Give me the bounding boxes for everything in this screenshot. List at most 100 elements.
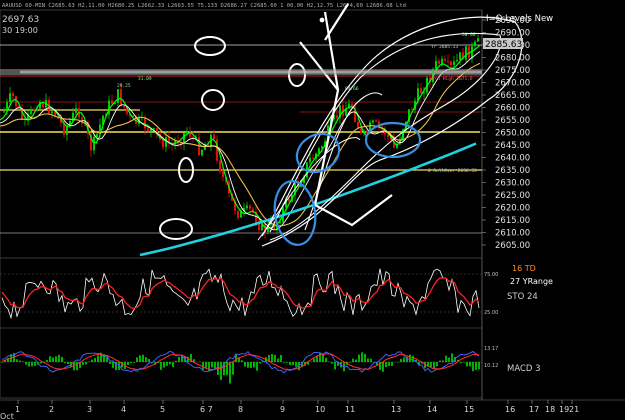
time-tick-label: 17 (529, 405, 539, 414)
candle-body (12, 93, 14, 97)
annotation-text-3: 29.25 (117, 83, 131, 89)
macd-tick-high: 13.17 (484, 346, 498, 352)
annotation-ellipse-1 (194, 36, 226, 56)
time-tick-label: 10 (315, 405, 325, 414)
price-highlight-band (0, 69, 482, 75)
time-tick-label: 9 (280, 405, 285, 414)
price-tick-label: 2680.00 (495, 54, 530, 64)
candle-body (447, 60, 449, 62)
candle-body (51, 111, 53, 114)
candle-body (123, 105, 125, 108)
price-tick-label: 2675.00 (495, 66, 530, 76)
chart-window: AAUUSD 60-MIN C2685.63 H2,11.00 H2680.25… (0, 0, 625, 420)
candle-body (120, 89, 122, 106)
stochastic-k-line (1, 268, 480, 320)
time-tick-label: 21 (569, 405, 579, 414)
range-label: 27 YRange (510, 277, 553, 286)
candle-body (309, 157, 311, 163)
last-price-readout: 2697.63 (2, 15, 39, 25)
annotation-stroke-top-2 (324, 3, 349, 41)
price-tick-label: 2695.00 (495, 16, 530, 26)
price-tick-label: 2665.00 (495, 91, 530, 101)
price-tick-label: 2640.00 (495, 154, 530, 164)
stochastic-panel-frame (0, 257, 483, 329)
price-tick-label: 2645.00 (495, 141, 530, 151)
level-label-rollover: 0 RollOver 2636.33 (428, 168, 477, 174)
price-tick-label: 2620.00 (495, 204, 530, 214)
price-panel-frame (0, 9, 483, 259)
candle-body (93, 136, 95, 151)
candle-body (213, 134, 215, 140)
price-axis: 2695.002690.002685.002680.002675.002670.… (482, 16, 530, 251)
candle-body (186, 131, 188, 133)
current-price-label: 2885.63 (485, 40, 522, 50)
time-tick-label: 5 (160, 405, 165, 414)
level-label-period-high: Prd High 2671.8 (432, 76, 473, 82)
annotation-text-4: 31.09 (138, 76, 152, 82)
time-readout: 30 19:00 (2, 26, 38, 35)
time-tick-label: 3 (87, 405, 92, 414)
annotation-text-1: 50.00 (462, 32, 476, 38)
candle-body (456, 59, 458, 62)
candle-body (450, 61, 452, 66)
candle-body (435, 60, 437, 70)
time-tick-label: 2 (49, 405, 54, 414)
trading-chart[interactable]: AAUUSD 60-MIN C2685.63 H2,11.00 H2680.25… (0, 0, 625, 420)
price-tick-label: 2625.00 (495, 191, 530, 201)
candle-body (117, 89, 119, 104)
macd-tick-low: 10.12 (484, 363, 498, 369)
candle-body (9, 93, 11, 102)
candle-body (30, 109, 32, 114)
candle-body (153, 128, 155, 130)
price-tick-label: 2615.00 (495, 216, 530, 226)
time-tick-label: 13 (391, 405, 401, 414)
candle-body (474, 41, 476, 47)
candle-body (477, 38, 479, 42)
price-tick-label: 2660.00 (495, 104, 530, 114)
candle-body (96, 133, 98, 137)
price-tick-label: 2650.00 (495, 129, 530, 139)
annotation-ellipse-5 (159, 218, 193, 240)
price-tick-label: 2655.00 (495, 116, 530, 126)
candle-body (249, 205, 251, 209)
price-tick-label: 2630.00 (495, 179, 530, 189)
candle-body (336, 115, 338, 118)
time-tick-label: 19 (559, 405, 569, 414)
candle-body (258, 223, 260, 231)
time-tick-label: 11 (345, 405, 355, 414)
candle-body (111, 100, 113, 105)
time-tick-label: 16 (505, 405, 515, 414)
stochastic-tick-low: 25.00 (484, 310, 498, 316)
candle-body (192, 136, 194, 138)
stochastic-label: STO 24 (507, 292, 538, 302)
candle-body (441, 58, 443, 64)
stochastic-tick-high: 75.00 (484, 272, 498, 278)
candle-body (420, 88, 422, 94)
candle-body (465, 46, 467, 60)
time-tick-label: 8 (238, 405, 243, 414)
candle-body (246, 205, 248, 209)
time-axis: 1 2 3 4 5 6 7 8 9 10 11 13 14 15 16 17 18 19 21 (0, 399, 625, 414)
price-tick-label: 2610.00 (495, 229, 530, 239)
time-tick-label: 18 (545, 405, 555, 414)
candle-body (222, 171, 224, 177)
macd-label: MACD 3 (507, 364, 541, 374)
candle-body (444, 58, 446, 61)
candle-body (66, 126, 68, 135)
level-label-yearly: Yr 2685.13 (431, 44, 458, 50)
time-tick-label: 14 (427, 405, 437, 414)
candle-body (237, 210, 239, 218)
candle-body (183, 132, 185, 144)
macd-series (0, 350, 482, 384)
candle-body (3, 111, 5, 113)
candle-body (312, 157, 314, 159)
candle-body (33, 109, 35, 111)
sma-yellow-line (0, 62, 481, 227)
annotation-ellipse-2 (201, 89, 225, 111)
price-tick-label: 2635.00 (495, 166, 530, 176)
candle-body (201, 149, 203, 156)
price-tick-label: 2605.00 (495, 241, 530, 251)
candle-body (375, 120, 377, 122)
time-tick-label: 15 (464, 405, 474, 414)
price-tick-label: 2670.00 (495, 79, 530, 89)
